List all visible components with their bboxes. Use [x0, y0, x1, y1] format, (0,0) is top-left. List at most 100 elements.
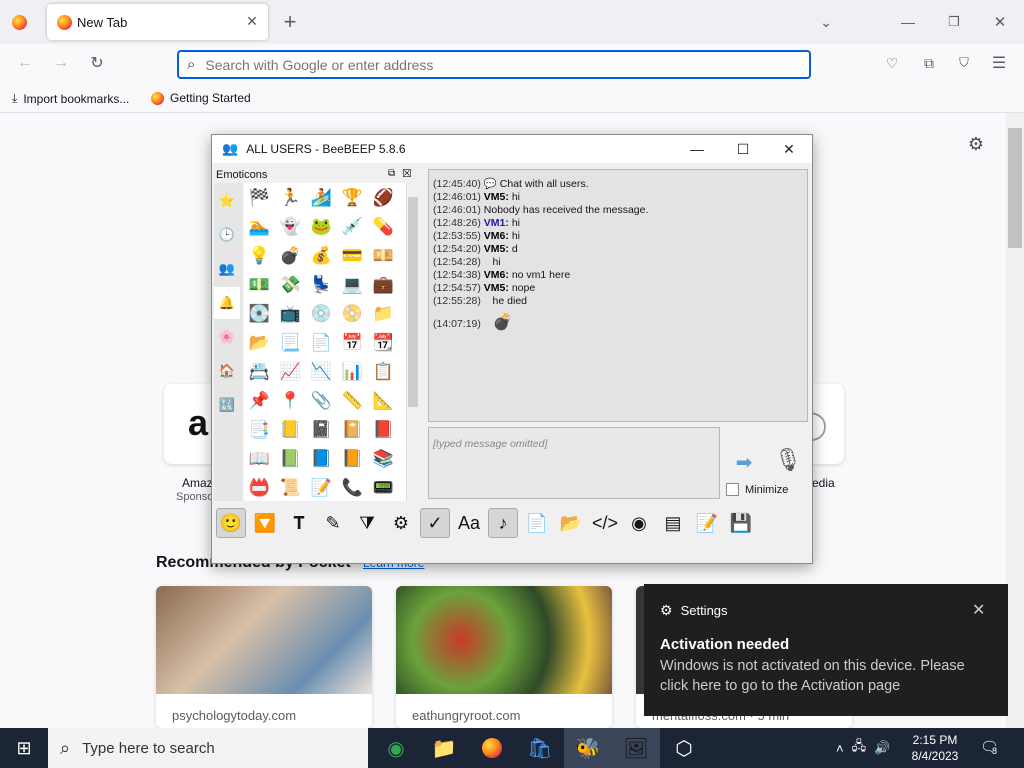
chrome-icon[interactable]: ◉ — [372, 728, 420, 768]
bookmark-import[interactable]: ⤓ Import bookmarks... — [12, 91, 129, 106]
toast-body[interactable]: Windows is not activated on this device.… — [660, 656, 990, 696]
emoticon-icon[interactable]: 📆 — [368, 328, 399, 357]
undock-icon[interactable]: ⧉ — [388, 168, 395, 179]
emoticon-icon[interactable]: 📈 — [275, 357, 306, 386]
emoticon-icon[interactable]: 📓 — [306, 415, 337, 444]
emoticon-icon[interactable]: 📇 — [244, 357, 275, 386]
emoticon-icon[interactable]: 📂 — [244, 328, 275, 357]
emoticon-icon[interactable]: 📊 — [337, 357, 368, 386]
emoticon-icon[interactable]: 📑 — [244, 415, 275, 444]
calendar-icon[interactable]: ▤ — [658, 508, 688, 538]
spellcheck-icon[interactable]: ✓ — [420, 508, 450, 538]
forward-button[interactable]: → — [50, 52, 72, 74]
emoticon-icon[interactable]: 📐 — [368, 386, 399, 415]
category-people-icon[interactable]: 👥 — [214, 253, 240, 285]
taskbar-clock[interactable]: 2:15 PM 8/4/2023 — [904, 732, 966, 764]
emoticon-icon[interactable]: 📺 — [275, 299, 306, 328]
edit-note-icon[interactable]: 📝 — [692, 508, 722, 538]
firefox-taskbar-icon[interactable] — [468, 728, 516, 768]
window-minimize-button[interactable]: — — [896, 10, 920, 34]
panel-close-icon[interactable]: ☒ — [402, 167, 412, 180]
extensions-icon[interactable]: ⧉ — [918, 52, 940, 74]
toast-close-icon[interactable]: ✕ — [972, 600, 985, 620]
emoticon-icon[interactable]: 📎 — [306, 386, 337, 415]
emoticon-icon[interactable]: 📏 — [337, 386, 368, 415]
save-chat-icon[interactable]: 📄 — [522, 508, 552, 538]
category-places-icon[interactable]: 🏠 — [214, 355, 240, 387]
emoticon-icon[interactable]: 💵 — [244, 270, 275, 299]
emoticon-icon[interactable]: 👻 — [275, 212, 306, 241]
app-menu-button[interactable]: ☰ — [988, 52, 1010, 74]
app-window-taskbar-icon[interactable]: 🖼 — [612, 728, 660, 768]
emoticon-icon[interactable]: 💉 — [337, 212, 368, 241]
beebeep-window[interactable]: 👥 ALL USERS - BeeBEEP 5.8.6 — ☐ ✕ Emotic… — [211, 134, 813, 564]
emoticon-icon[interactable]: 📅 — [337, 328, 368, 357]
emoticon-icon[interactable]: 🏃 — [275, 183, 306, 212]
emoticon-icon[interactable]: 🏆 — [337, 183, 368, 212]
taskbar-search-box[interactable]: ⌕ Type here to search — [48, 728, 368, 768]
beebeep-taskbar-icon[interactable]: 🐝 — [564, 728, 612, 768]
emoticon-icon[interactable]: 🏁 — [244, 183, 275, 212]
emoticon-icon[interactable]: 📘 — [306, 444, 337, 473]
dropdown-arrow-icon[interactable]: 🔽 — [250, 508, 280, 538]
send-message-button[interactable]: ➡ — [728, 449, 760, 475]
beebeep-titlebar[interactable]: 👥 ALL USERS - BeeBEEP 5.8.6 — ☐ ✕ — [212, 135, 812, 163]
minimize-checkbox[interactable]: Minimize — [726, 483, 788, 496]
emoticon-icon[interactable]: 🏊 — [244, 212, 275, 241]
page-settings-gear-icon[interactable]: ⚙ — [966, 134, 986, 154]
word-completer-icon[interactable]: Aa — [454, 508, 484, 538]
emoticon-icon[interactable]: 💼 — [368, 270, 399, 299]
start-windows-icon[interactable]: ⊞ — [0, 728, 48, 768]
reload-button[interactable]: ↻ — [86, 52, 108, 74]
address-bar[interactable]: ⌕ — [177, 50, 811, 79]
emoticon-icon[interactable]: 📕 — [368, 415, 399, 444]
emoticon-icon[interactable]: 📒 — [275, 415, 306, 444]
new-tab-button[interactable]: + — [278, 9, 302, 34]
pocket-card[interactable]: eathungryroot.com — [396, 586, 612, 728]
emoticon-icon[interactable]: 📖 — [244, 444, 275, 473]
emoticon-icon[interactable]: 📌 — [244, 386, 275, 415]
emoticon-icon[interactable]: 📗 — [275, 444, 306, 473]
emoticon-icon[interactable]: 🐸 — [306, 212, 337, 241]
emoticon-icon[interactable]: 💳 — [337, 241, 368, 270]
emoticon-icon[interactable]: 💡 — [244, 241, 275, 270]
screenshot-icon[interactable]: ◉ — [624, 508, 654, 538]
list-tabs-icon[interactable]: ⌄ — [814, 10, 838, 34]
page-scrollbar-thumb[interactable] — [1008, 128, 1022, 248]
emoticon-icon[interactable]: 💿 — [306, 299, 337, 328]
window-restore-button[interactable]: ❐ — [942, 10, 966, 34]
activation-toast[interactable]: ⚙ Settings ✕ Activation needed Windows i… — [644, 584, 1008, 716]
file-explorer-icon[interactable]: 📁 — [420, 728, 468, 768]
html-code-icon[interactable]: </> — [590, 508, 620, 538]
settings-gears-icon[interactable]: ⚙ — [386, 508, 416, 538]
tab-close-icon[interactable]: ✕ — [243, 12, 261, 30]
send-file-icon[interactable]: 📂 — [556, 508, 586, 538]
category-recent-icon[interactable]: 🕒 — [214, 219, 240, 251]
color-pen-icon[interactable]: ✎ — [318, 508, 348, 538]
emoticon-icon[interactable]: 📁 — [368, 299, 399, 328]
emoticon-icon[interactable]: 📜 — [275, 473, 306, 501]
ublock-shield-icon[interactable]: ⛉ — [953, 52, 975, 74]
emoticon-icon[interactable]: 📄 — [306, 328, 337, 357]
emoticon-icon[interactable]: 💴 — [368, 241, 399, 270]
emoticon-icon[interactable]: 💺 — [306, 270, 337, 299]
back-button[interactable]: ← — [14, 52, 36, 74]
volume-icon[interactable]: 🔊 — [874, 740, 890, 756]
emoticon-icon[interactable]: 💊 — [368, 212, 399, 241]
emoticon-icon[interactable]: 📔 — [337, 415, 368, 444]
emoticon-icon[interactable]: 📟 — [368, 473, 399, 501]
emoticon-icon[interactable]: 📃 — [275, 328, 306, 357]
category-objects-icon[interactable]: 🔔 — [214, 287, 240, 319]
emoticon-icon[interactable]: 📝 — [306, 473, 337, 501]
message-input[interactable]: [typed message omitted] — [428, 427, 720, 499]
checkbox-box[interactable] — [726, 483, 739, 496]
emoticon-icon[interactable]: 📛 — [244, 473, 275, 501]
notification-center-icon[interactable]: 🗨 8 — [980, 738, 1002, 758]
emoticon-icon[interactable]: 📚 — [368, 444, 399, 473]
emoticon-icon[interactable]: 💽 — [244, 299, 275, 328]
emoticons-toggle-icon[interactable]: 🙂 — [216, 508, 246, 538]
firefox-view-icon[interactable] — [12, 15, 27, 30]
tray-chevron-icon[interactable]: ˄ — [836, 741, 844, 756]
network-icon[interactable]: 🖧 — [852, 737, 867, 759]
beebeep-minimize-button[interactable]: — — [674, 135, 720, 163]
